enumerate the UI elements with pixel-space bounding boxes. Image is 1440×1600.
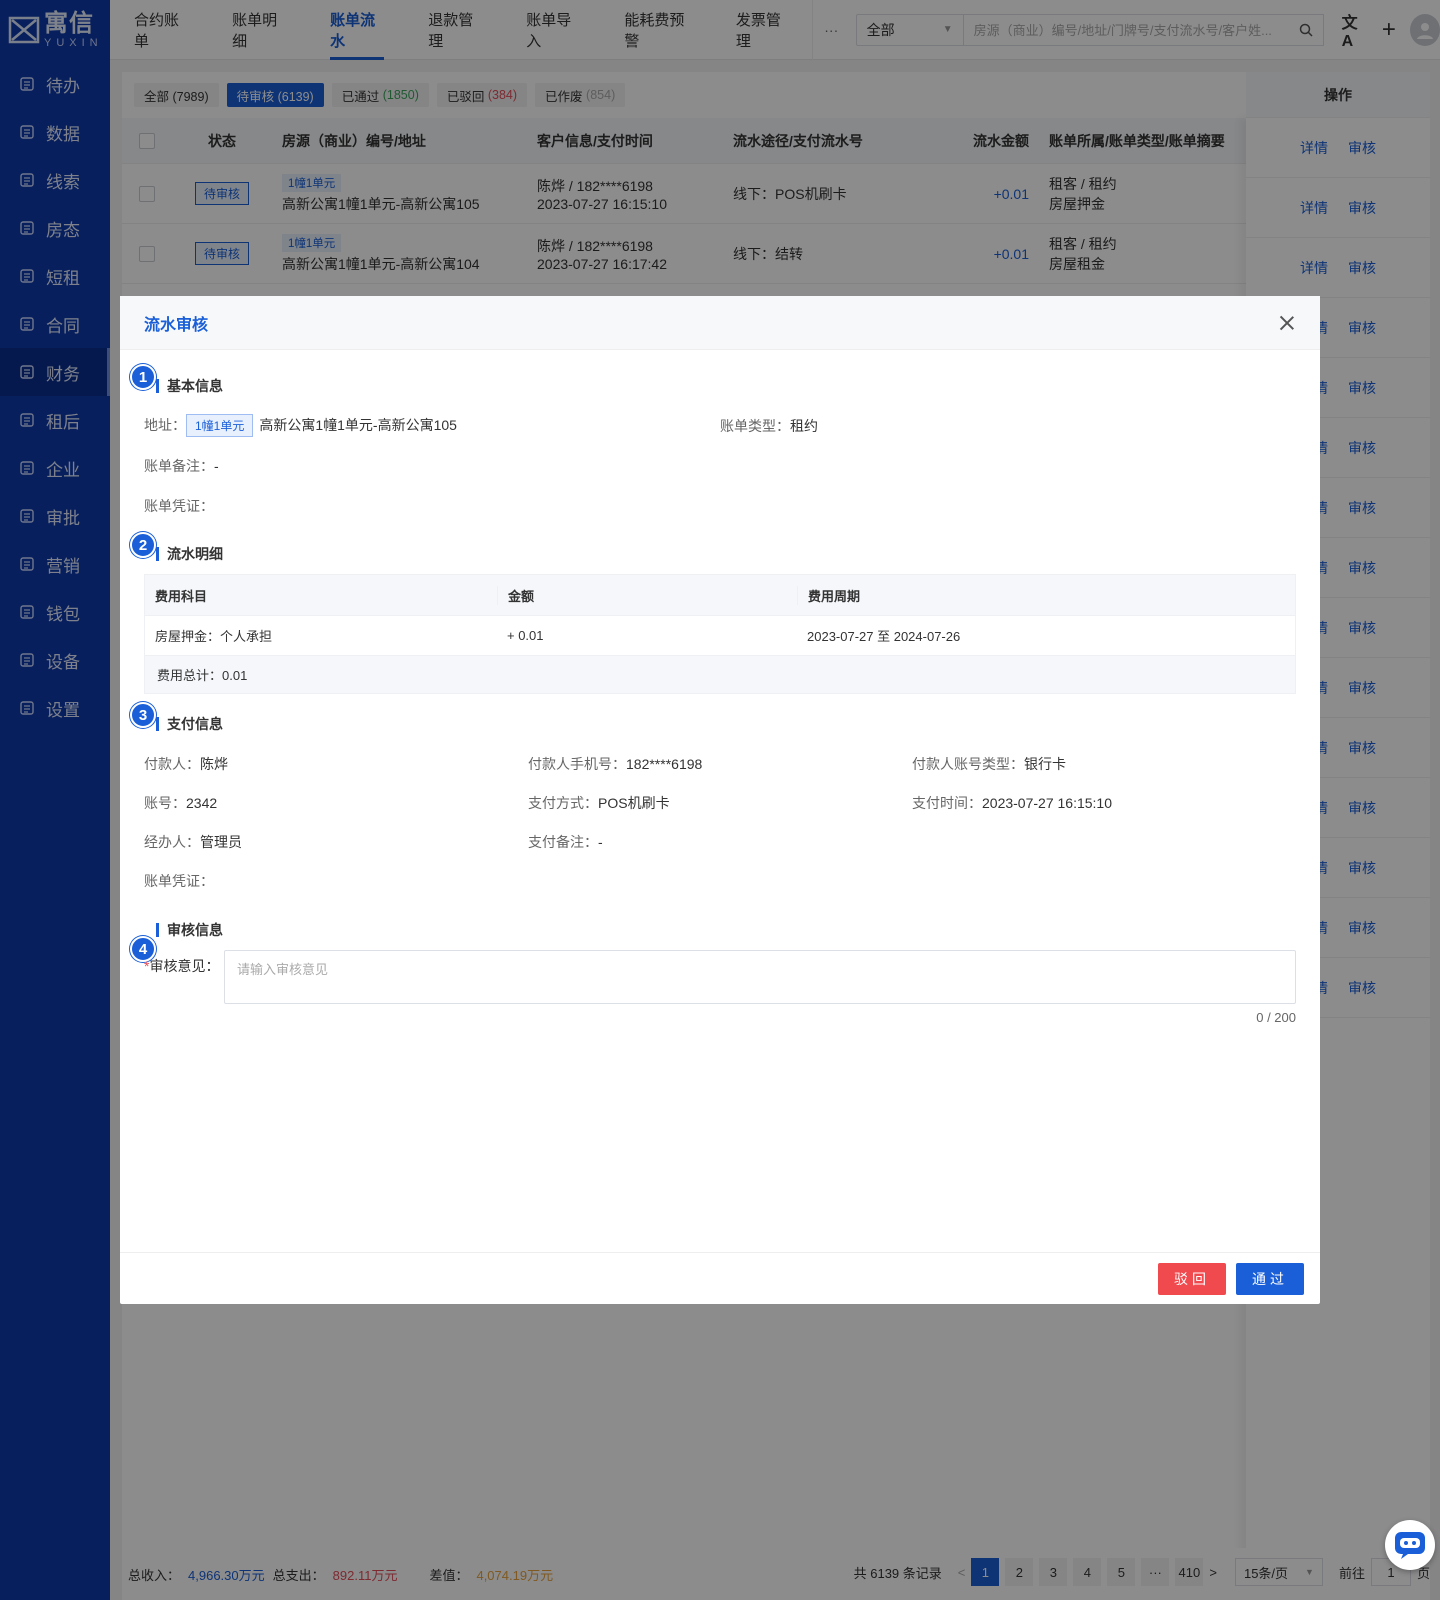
field-pay-time: 支付时间：2023-07-27 16:15:10: [912, 793, 1112, 813]
field-payer: 付款人：陈烨: [144, 754, 228, 774]
bill-type-label: 账单类型：: [720, 418, 790, 434]
field-account: 账号：2342: [144, 793, 217, 813]
pay-time-label: 支付时间：: [912, 795, 982, 811]
section-basic-title: 基本信息: [167, 378, 223, 394]
pay-note-value: -: [598, 834, 603, 850]
detail-item: 房屋押金：个人承担: [155, 629, 273, 644]
handler-value: 管理员: [200, 834, 242, 850]
account-type-value: 银行卡: [1024, 756, 1066, 772]
audit-modal: 流水审核 1 基本信息 地址： 1幢1单元 高新公寓1幢1单元-高新公寓105 账单…: [120, 296, 1320, 1304]
field-bill-voucher: 账单凭证：: [144, 496, 214, 516]
opinion-counter: 0 / 200: [1256, 1010, 1296, 1025]
field-bill-type: 账单类型：租约: [720, 416, 818, 436]
detail-total: 费用总计：0.01: [145, 655, 1295, 693]
section-basic-info: 基本信息: [156, 376, 223, 396]
section-flow-title: 流水明细: [167, 546, 223, 562]
app-root: 寓信 YUXIN 待办 数据 线索 房态 短租 合同 财务 租后 企业 审批 营销 钱包 设备 设置 合约…: [0, 0, 1440, 1600]
bill-type-value: 租约: [790, 418, 818, 434]
field-pay-voucher: 账单凭证：: [144, 871, 214, 891]
field-handler: 经办人：管理员: [144, 832, 242, 852]
pay-method-value: POS机刷卡: [598, 795, 670, 811]
pay-note-label: 支付备注：: [528, 834, 598, 850]
bill-note-label: 账单备注：: [144, 458, 214, 474]
section-audit-info: 审核信息: [156, 920, 223, 940]
modal-title: 流水审核: [144, 316, 209, 334]
detail-col-amount: 金额: [497, 585, 797, 605]
field-opinion: *审核意见：: [144, 956, 219, 976]
payer-phone-label: 付款人手机号：: [528, 756, 626, 772]
detail-col-item: 费用科目: [155, 588, 208, 604]
step-badge-1: 1: [130, 364, 156, 390]
opinion-placeholder: 请输入审核意见: [237, 962, 329, 977]
step-badge-2: 2: [130, 532, 156, 558]
account-value: 2342: [186, 795, 218, 811]
section-flow-detail: 流水明细: [156, 544, 223, 564]
payer-phone-value: 182****6198: [626, 756, 703, 772]
section-pay-title: 支付信息: [167, 716, 223, 732]
detail-period: 2023-07-27 至 2024-07-26: [807, 629, 961, 644]
bill-note-value: -: [214, 458, 219, 474]
modal-footer: 驳回 通过: [120, 1252, 1320, 1304]
field-bill-note: 账单备注：-: [144, 456, 219, 476]
bill-voucher-label: 账单凭证：: [144, 498, 214, 514]
field-payer-phone: 付款人手机号：182****6198: [528, 754, 702, 774]
chatbot-button[interactable]: [1385, 1520, 1435, 1570]
account-type-label: 付款人账号类型：: [912, 756, 1024, 772]
pass-button[interactable]: 通过: [1236, 1262, 1304, 1295]
section-audit-title: 审核信息: [167, 922, 223, 938]
address-value: 高新公寓1幢1单元-高新公寓105: [259, 417, 457, 433]
field-pay-method: 支付方式：POS机刷卡: [528, 793, 670, 813]
modal-header: 流水审核: [120, 296, 1320, 350]
pay-time-value: 2023-07-27 16:15:10: [982, 795, 1112, 811]
field-address: 地址： 1幢1单元 高新公寓1幢1单元-高新公寓105: [144, 414, 457, 437]
opinion-label: 审核意见：: [149, 958, 220, 974]
field-pay-note: 支付备注：-: [528, 832, 603, 852]
payer-value: 陈烨: [200, 756, 228, 772]
chat-icon: [1395, 1532, 1425, 1559]
detail-col-period: 费用周期: [797, 585, 1295, 605]
table-row: 房屋押金：个人承担 + 0.01 2023-07-27 至 2024-07-26: [145, 615, 1295, 655]
pay-method-label: 支付方式：: [528, 795, 598, 811]
close-icon[interactable]: [1278, 314, 1296, 332]
opinion-textarea[interactable]: 请输入审核意见: [224, 950, 1296, 1004]
section-pay-info: 支付信息: [156, 714, 223, 734]
handler-label: 经办人：: [144, 834, 200, 850]
address-tag: 1幢1单元: [186, 414, 254, 437]
payer-label: 付款人：: [144, 756, 200, 772]
account-label: 账号：: [144, 795, 186, 811]
field-account-type: 付款人账号类型：银行卡: [912, 754, 1066, 774]
address-label: 地址：: [144, 417, 186, 433]
flow-detail-table: 费用科目 金额 费用周期 房屋押金：个人承担 + 0.01 2023-07-27…: [144, 574, 1296, 694]
detail-amount: + 0.01: [507, 628, 544, 643]
step-badge-3: 3: [130, 702, 156, 728]
pay-voucher-label: 账单凭证：: [144, 873, 214, 889]
reject-button[interactable]: 驳回: [1158, 1262, 1226, 1295]
